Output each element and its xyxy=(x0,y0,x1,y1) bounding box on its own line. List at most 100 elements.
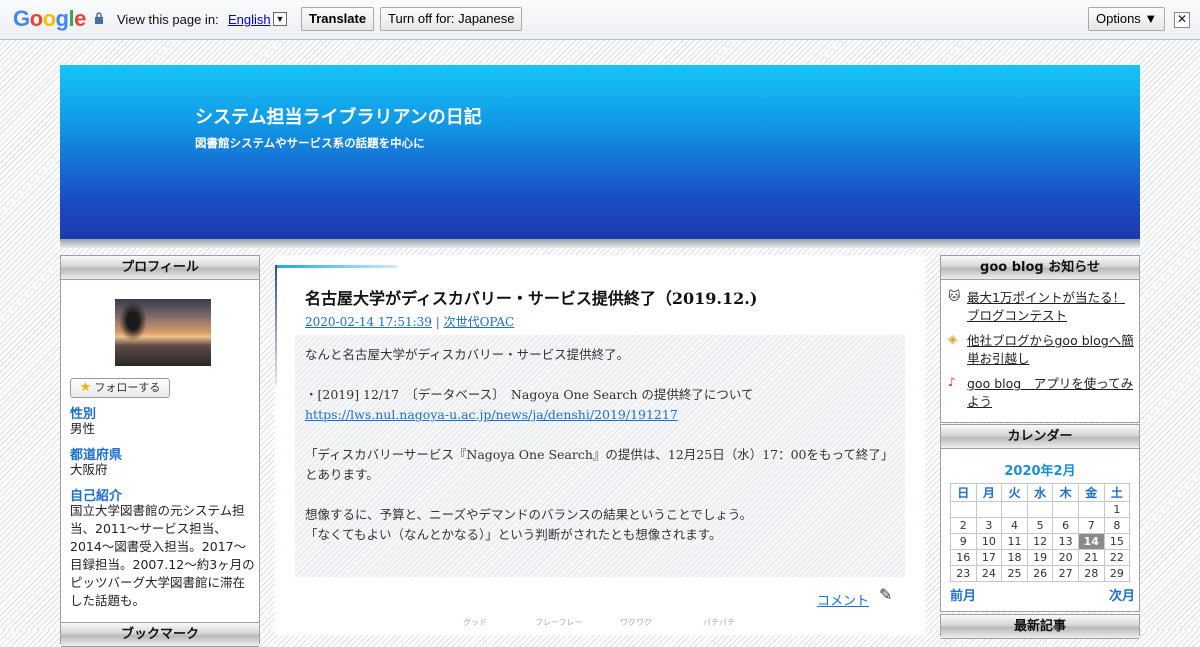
view-page-label: View this page in: xyxy=(117,12,219,27)
calendar-day: 25 xyxy=(1001,565,1028,582)
calendar-day: 23 xyxy=(950,565,977,582)
calendar-next-month[interactable]: 次月 xyxy=(1109,585,1135,604)
reaction-good[interactable]: グッド xyxy=(463,617,487,628)
calendar-day xyxy=(975,501,1003,518)
star-icon: ★ xyxy=(79,380,92,395)
turn-off-button[interactable]: Turn off for: Japanese xyxy=(380,7,523,31)
calendar-day: 2 xyxy=(950,517,977,534)
weekday-tue: 火 xyxy=(1001,483,1028,502)
meta-separator: | xyxy=(431,315,444,329)
calendar-day: 9 xyxy=(950,533,977,550)
calendar-day: 26 xyxy=(1026,565,1054,582)
calendar-day: 7 xyxy=(1077,517,1105,534)
notice-item-app[interactable]: goo blog アプリを使ってみよう xyxy=(967,375,1137,411)
calendar-day: 27 xyxy=(1052,565,1079,582)
prefecture-value: 大阪府 xyxy=(70,462,108,477)
bookmark-box: ブックマーク xyxy=(60,622,260,647)
post-date-link[interactable]: 2020-02-14 17:51:39 xyxy=(305,315,432,329)
corner-decoration-left xyxy=(275,265,277,385)
post-title[interactable]: 名古屋大学がディスカバリー・サービス提供終了（2019.12.) xyxy=(305,285,757,309)
calendar-day: 15 xyxy=(1103,533,1131,550)
calendar-day xyxy=(1052,501,1079,518)
cat-icon: 🐱 xyxy=(948,289,961,303)
calendar-week: 23 24 25 26 27 28 29 xyxy=(950,565,1131,582)
body-para-3a: 「ディスカバリーサービス『Nagoya One Search』の提供は、12月2… xyxy=(305,447,894,462)
calendar-day: 6 xyxy=(1052,517,1079,534)
calendar-day: 12 xyxy=(1026,533,1054,550)
calendar-day xyxy=(1077,501,1105,518)
language-link[interactable]: English xyxy=(228,12,271,27)
calendar-day: 10 xyxy=(975,533,1003,550)
header-shadow xyxy=(60,239,1140,248)
notices-box: goo blog お知らせ 🐱 最大1万ポイントが当たる！ブログコンテスト ◈ … xyxy=(940,255,1140,423)
calendar-weekday-row: 日 月 火 水 木 金 土 xyxy=(950,483,1131,502)
corner-decoration-top xyxy=(275,265,397,268)
translate-bar: Google View this page in: English ▼ Tran… xyxy=(0,0,1200,40)
calendar-day: 19 xyxy=(1026,549,1054,566)
intro-value: 国立大学図書館の元システム担当、2011～サービス担当、2014～図書受入担当。… xyxy=(70,503,255,608)
calendar-day-highlighted[interactable]: 14 xyxy=(1077,533,1105,550)
calendar-month-title: 2020年2月 xyxy=(1004,464,1076,479)
weekday-sat: 土 xyxy=(1103,483,1131,502)
post-area: 名古屋大学がディスカバリー・サービス提供終了（2019.12.) 2020-02… xyxy=(275,255,925,635)
body-para-4b: 「なくてもよい（なんとかなる）」という判断がされたとも想像されます。 xyxy=(305,527,722,542)
calendar-week: 2 3 4 5 6 7 8 xyxy=(950,517,1131,534)
bookmark-heading: ブックマーク xyxy=(61,623,259,647)
note-icon: ♪ xyxy=(948,375,956,389)
notice-item-migration[interactable]: 他社ブログからgoo blogへ簡単お引越し xyxy=(967,332,1137,368)
follow-button[interactable]: ★ フォローする xyxy=(70,378,170,398)
close-icon[interactable]: ✕ xyxy=(1174,12,1190,28)
gender-value: 男性 xyxy=(70,421,96,436)
calendar-day: 24 xyxy=(975,565,1003,582)
blog-title[interactable]: システム担当ライブラリアンの日記 xyxy=(195,103,482,129)
body-external-link[interactable]: https://lws.nul.nagoya-u.ac.jp/news/ja/d… xyxy=(305,405,895,425)
body-para-3b: とあります。 xyxy=(305,467,379,482)
calendar-day: 28 xyxy=(1077,565,1105,582)
calendar-day: 21 xyxy=(1077,549,1105,566)
calendar-day xyxy=(950,501,977,518)
recent-box: 最新記事 xyxy=(940,614,1140,639)
calendar-day: 29 xyxy=(1103,565,1131,582)
weekday-fri: 金 xyxy=(1077,483,1105,502)
translate-button[interactable]: Translate xyxy=(301,7,375,31)
diamond-icon: ◈ xyxy=(948,332,958,346)
comment-link[interactable]: コメント xyxy=(817,590,869,609)
options-button[interactable]: Options ▼ xyxy=(1088,7,1166,31)
blog-subtitle: 図書館システムやサービス系の話題を中心に xyxy=(195,136,425,150)
calendar-week: 1 xyxy=(950,501,1131,518)
calendar-grid: 日 月 火 水 木 金 土 1 2 3 4 5 6 7 8 9 10 11 12… xyxy=(950,483,1131,582)
follow-label: フォローする xyxy=(94,381,161,394)
calendar-day: 11 xyxy=(1001,533,1028,550)
calendar-prev-month[interactable]: 前月 xyxy=(950,585,976,604)
calendar-week: 9 10 11 12 13 14 15 xyxy=(950,533,1131,550)
weekday-sun: 日 xyxy=(950,483,977,502)
notice-item-contest[interactable]: 最大1万ポイントが当たる！ブログコンテスト xyxy=(967,289,1137,325)
calendar-box: カレンダー 2020年2月 日 月 火 水 木 金 土 1 2 3 4 5 6 … xyxy=(940,424,1140,612)
weekday-thu: 木 xyxy=(1052,483,1079,502)
category-link[interactable]: 次世代OPAC xyxy=(444,315,515,329)
calendar-day: 13 xyxy=(1052,533,1079,550)
calendar-day: 17 xyxy=(975,549,1003,566)
calendar-day: 3 xyxy=(975,517,1003,534)
reaction-clap[interactable]: パチパチ xyxy=(703,617,735,628)
calendar-day: 1 xyxy=(1103,501,1131,518)
weekday-wed: 水 xyxy=(1026,483,1054,502)
calendar-day: 4 xyxy=(1001,517,1028,534)
language-dropdown-icon[interactable]: ▼ xyxy=(273,12,287,26)
profile-box: プロフィール ★ フォローする 性別 男性 都道府県 大阪府 自己紹介 国立大学図… xyxy=(60,255,260,623)
recent-heading: 最新記事 xyxy=(941,615,1139,639)
reaction-cheer[interactable]: フレーフレー xyxy=(535,617,583,628)
calendar-day: 18 xyxy=(1001,549,1028,566)
lock-icon xyxy=(95,12,103,24)
calendar-day: 8 xyxy=(1103,517,1131,534)
profile-image[interactable] xyxy=(115,299,211,366)
blog-header: システム担当ライブラリアンの日記 図書館システムやサービス系の話題を中心に xyxy=(60,65,1140,240)
weekday-mon: 月 xyxy=(975,483,1003,502)
post-body: なんと名古屋大学がディスカバリー・サービス提供終了。 ・[2019] 12/17… xyxy=(295,335,905,577)
calendar-day: 20 xyxy=(1052,549,1079,566)
reaction-excited[interactable]: ワクワク xyxy=(620,617,652,628)
calendar-day: 22 xyxy=(1103,549,1131,566)
pen-icon[interactable]: ✎ xyxy=(879,585,892,604)
post-meta: 2020-02-14 17:51:39 | 次世代OPAC xyxy=(305,313,514,330)
calendar-heading: カレンダー xyxy=(941,425,1139,449)
